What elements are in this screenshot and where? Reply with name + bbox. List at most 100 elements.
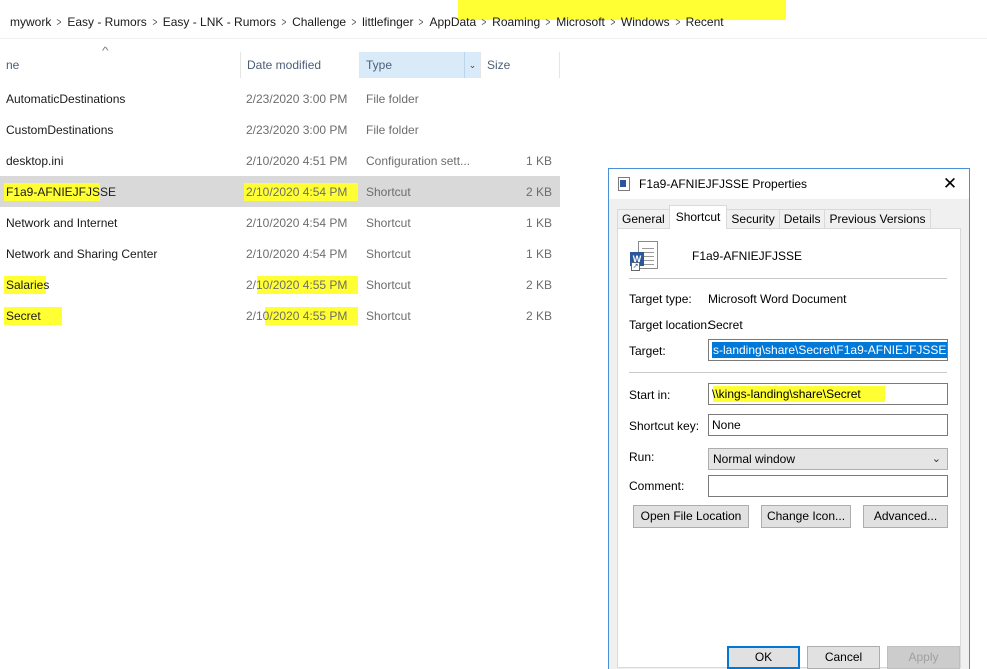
divider (629, 372, 947, 373)
file-name: Network and Internet (6, 216, 118, 230)
chevron-right-icon[interactable]: > (349, 15, 360, 29)
properties-dialog: F1a9-AFNIEJFJSSE Properties ✕ General Sh… (608, 168, 970, 669)
file-date: 2/10/2020 4:55 PM (246, 309, 348, 323)
breadcrumb-item[interactable]: AppData (429, 15, 476, 29)
file-date: 2/10/2020 4:54 PM (246, 185, 348, 199)
change-icon-button[interactable]: Change Icon... (761, 505, 851, 528)
advanced-button[interactable]: Advanced... (863, 505, 948, 528)
word-document-icon: W ↗ (630, 241, 660, 273)
address-bar[interactable]: mywork > Easy - Rumors > Easy - LNK - Ru… (0, 0, 987, 42)
file-size: 2 KB (525, 309, 552, 323)
file-row[interactable]: AutomaticDestinations 2/23/2020 3:00 PM … (0, 83, 560, 114)
file-row[interactable]: CustomDestinations 2/23/2020 3:00 PM Fil… (0, 114, 560, 145)
close-icon[interactable]: ✕ (939, 173, 961, 195)
file-size: 2 KB (525, 278, 552, 292)
file-name: desktop.ini (6, 154, 64, 168)
file-type: Shortcut (366, 247, 411, 261)
run-value: Normal window (713, 452, 796, 466)
file-row[interactable]: Network and Internet 2/10/2020 4:54 PM S… (0, 207, 560, 238)
shortcut-key-field[interactable]: None (708, 414, 948, 436)
file-type: Shortcut (366, 309, 411, 323)
start-in-field[interactable]: \\kings-landing\share\Secret (708, 383, 948, 405)
shortcut-arrow-icon: ↗ (631, 262, 640, 271)
target-selected-text: s-landing\share\Secret\F1a9-AFNIEJFJSSE.… (712, 342, 947, 358)
target-type-value: Microsoft Word Document (708, 292, 847, 306)
shortcut-file-icon (618, 177, 630, 191)
file-date: 2/23/2020 3:00 PM (246, 123, 348, 137)
ok-button[interactable]: OK (727, 646, 800, 669)
dialog-title-bar[interactable]: F1a9-AFNIEJFJSSE Properties ✕ (609, 169, 969, 199)
chevron-right-icon[interactable]: > (479, 15, 490, 29)
chevron-right-icon[interactable]: > (607, 15, 618, 29)
breadcrumb-item[interactable]: Roaming (492, 15, 540, 29)
chevron-right-icon[interactable]: > (54, 15, 65, 29)
breadcrumb-item[interactable]: Windows (621, 15, 670, 29)
target-location-label: Target location: (629, 318, 711, 332)
open-file-location-button[interactable]: Open File Location (633, 505, 749, 528)
target-label: Target: (629, 344, 666, 358)
chevron-right-icon[interactable]: > (416, 15, 427, 29)
start-in-value: \\kings-landing\share\Secret (712, 387, 861, 401)
file-name: Salaries (6, 278, 50, 292)
file-name: AutomaticDestinations (6, 92, 126, 106)
breadcrumb-item[interactable]: Microsoft (556, 15, 605, 29)
file-row[interactable]: desktop.ini 2/10/2020 4:51 PM Configurat… (0, 145, 560, 176)
file-size: 1 KB (525, 247, 552, 261)
comment-field[interactable] (708, 475, 948, 497)
start-in-label: Start in: (629, 388, 671, 402)
breadcrumb-item[interactable]: Recent (686, 15, 724, 29)
file-name: Network and Sharing Center (6, 247, 158, 261)
file-type: Shortcut (366, 216, 411, 230)
tab-security[interactable]: Security (726, 209, 780, 229)
shortcut-key-value: None (712, 418, 741, 432)
divider (0, 38, 987, 39)
target-field[interactable]: s-landing\share\Secret\F1a9-AFNIEJFJSSE.… (708, 339, 948, 361)
column-header-size[interactable]: Size (480, 52, 560, 78)
run-label: Run: (629, 450, 655, 464)
column-header-name[interactable]: ne (0, 52, 239, 78)
file-row-selected[interactable]: F1a9-AFNIEJFJSSE 2/10/2020 4:54 PM Short… (0, 176, 560, 207)
breadcrumb-item[interactable]: littlefinger (362, 15, 413, 29)
tab-shortcut[interactable]: Shortcut (668, 205, 728, 229)
tab-strip: General Shortcut Security Details Previo… (617, 205, 931, 229)
column-header-label: Type (366, 58, 393, 72)
file-size: 1 KB (525, 216, 552, 230)
breadcrumb-item[interactable]: mywork (10, 15, 51, 29)
chevron-right-icon[interactable]: > (278, 15, 289, 29)
file-type: Configuration sett... (366, 154, 471, 168)
file-date: 2/10/2020 4:54 PM (246, 216, 348, 230)
file-date: 2/10/2020 4:51 PM (246, 154, 348, 168)
file-size: 2 KB (525, 185, 552, 199)
tab-details[interactable]: Details (778, 209, 826, 229)
column-header-date-modified[interactable]: Date modified (240, 52, 358, 78)
breadcrumb-item[interactable]: Easy - Rumors (67, 15, 146, 29)
target-location-value: Secret (708, 318, 743, 332)
breadcrumb-item[interactable]: Challenge (292, 15, 346, 29)
file-row[interactable]: Network and Sharing Center 2/10/2020 4:5… (0, 238, 560, 269)
chevron-right-icon[interactable]: > (149, 15, 160, 29)
file-size: 1 KB (525, 154, 552, 168)
file-list: AutomaticDestinations 2/23/2020 3:00 PM … (0, 83, 560, 331)
file-type: File folder (366, 92, 419, 106)
file-row[interactable]: Secret 2/10/2020 4:55 PM Shortcut 2 KB (0, 300, 560, 331)
apply-button[interactable]: Apply (887, 646, 960, 669)
breadcrumb-item[interactable]: Easy - LNK - Rumors (163, 15, 276, 29)
file-name: CustomDestinations (6, 123, 114, 137)
shortcut-key-label: Shortcut key: (629, 419, 700, 433)
chevron-down-icon[interactable]: ⌄ (464, 52, 480, 78)
dialog-title: F1a9-AFNIEJFJSSE Properties (639, 177, 808, 191)
tab-previous-versions[interactable]: Previous Versions (824, 209, 931, 229)
file-row[interactable]: Salaries 2/10/2020 4:55 PM Shortcut 2 KB (0, 269, 560, 300)
tab-general[interactable]: General (617, 209, 670, 229)
column-header-type[interactable]: Type ⌄ (359, 52, 480, 78)
chevron-right-icon[interactable]: > (543, 15, 554, 29)
run-select[interactable]: Normal window ⌄ (708, 448, 948, 470)
chevron-down-icon: ⌄ (931, 453, 941, 465)
file-type: File folder (366, 123, 419, 137)
chevron-right-icon[interactable]: > (672, 15, 683, 29)
file-date: 2/23/2020 3:00 PM (246, 92, 348, 106)
cancel-button[interactable]: Cancel (807, 646, 880, 669)
file-type: Shortcut (366, 185, 411, 199)
divider (629, 278, 947, 279)
file-name: F1a9-AFNIEJFJSSE (6, 185, 117, 199)
